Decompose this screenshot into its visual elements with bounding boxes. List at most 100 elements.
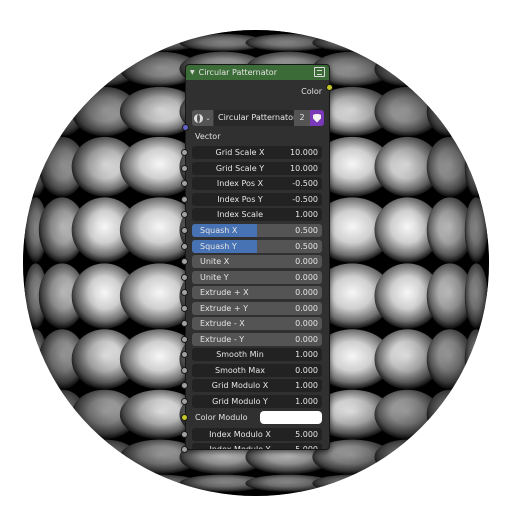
input-float-socket[interactable] (181, 366, 188, 374)
input-float-socket[interactable] (181, 273, 188, 281)
circular-patternator-node[interactable]: ▼ Circular Patternator Color ⌄ Circular … (185, 64, 330, 450)
node-group-browse-button[interactable]: ⌄ (192, 110, 214, 126)
node-group-selector[interactable]: ⌄ Circular Patternator 2 (192, 110, 324, 126)
pattern-blob (426, 439, 474, 475)
input-field[interactable]: Index Modulo Y 5.000 (192, 443, 322, 449)
pattern-blob (426, 34, 474, 52)
color-modulo-swatch[interactable] (260, 410, 322, 424)
input-label: Extrude + Y (200, 303, 248, 313)
input-label: Smooth Min (216, 350, 264, 360)
input-field[interactable]: Extrude - Y 0.000 (192, 332, 322, 346)
input-field[interactable]: Grid Modulo X 1.000 (192, 379, 322, 393)
input-row[interactable]: Index Scale 1.000 (186, 207, 329, 223)
pattern-blob (464, 51, 488, 87)
input-row[interactable]: Index Modulo Y 5.000 (186, 442, 329, 449)
pattern-blob (71, 474, 138, 492)
pattern-blob (426, 51, 474, 87)
input-value: -0.500 (292, 179, 318, 189)
input-row[interactable]: Extrude + Y 0.000 (186, 300, 329, 316)
input-field[interactable]: Index Scale 1.000 (192, 208, 322, 222)
pattern-blob (38, 439, 86, 475)
input-value: -0.500 (292, 194, 318, 204)
input-field[interactable]: Extrude + X 0.000 (192, 286, 322, 300)
input-field[interactable]: Index Pos Y -0.500 (192, 192, 322, 206)
input-socket-list-modulo: Index Modulo X 5.000 Index Modulo Y 5.000 (186, 426, 329, 449)
node-header[interactable]: ▼ Circular Patternator (186, 65, 329, 80)
output-color-socket[interactable] (326, 84, 333, 91)
input-value: 0.000 (295, 257, 318, 267)
input-value: 1.000 (295, 397, 318, 407)
input-field[interactable]: Index Modulo X 5.000 (192, 427, 322, 441)
input-float-socket[interactable] (181, 304, 188, 312)
color-modulo-label: Color Modulo (195, 412, 248, 422)
input-float-socket[interactable] (181, 195, 188, 203)
input-field[interactable]: Unite X 0.000 (192, 255, 322, 269)
group-users-count[interactable]: 2 (294, 110, 310, 126)
input-row[interactable]: Smooth Max 0.000 (186, 363, 329, 379)
input-value: 0.000 (295, 288, 318, 298)
input-label: Index Modulo X (209, 429, 271, 439)
pattern-blob (38, 51, 86, 87)
input-field[interactable]: Grid Modulo Y 1.000 (192, 395, 322, 409)
input-row[interactable]: Index Modulo X 5.000 (186, 426, 329, 442)
input-label: Index Scale (216, 210, 264, 220)
input-row[interactable]: Extrude + X 0.000 (186, 285, 329, 301)
input-float-socket[interactable] (181, 398, 188, 406)
input-field[interactable]: Squash X 0.500 (192, 224, 322, 237)
input-field[interactable]: Squash Y 0.500 (192, 239, 322, 253)
input-label: Unite Y (200, 272, 229, 282)
pattern-blob (38, 34, 86, 52)
fake-user-shield-icon (313, 113, 321, 123)
input-vector-socket[interactable] (182, 124, 189, 131)
chevron-down-icon: ⌄ (205, 114, 211, 122)
node-group-name-field[interactable]: Circular Patternator (214, 110, 294, 126)
input-row[interactable]: Grid Scale Y 10.000 (186, 161, 329, 177)
input-float-socket[interactable] (181, 335, 188, 343)
node-tree-icon[interactable] (314, 67, 325, 77)
pattern-blob (38, 474, 86, 492)
input-value: 5.000 (295, 429, 318, 439)
input-value: 0.000 (295, 365, 318, 375)
input-field[interactable]: Index Pos X -0.500 (192, 177, 322, 191)
input-value: 0.500 (295, 226, 318, 235)
input-row[interactable]: Squash Y 0.500 (186, 238, 329, 254)
input-row[interactable]: Unite Y 0.000 (186, 269, 329, 285)
input-label: Extrude - Y (200, 334, 245, 344)
input-float-socket[interactable] (181, 164, 188, 172)
input-row[interactable]: Grid Modulo Y 1.000 (186, 394, 329, 410)
input-row[interactable]: Squash X 0.500 (186, 223, 329, 239)
pattern-blob (71, 34, 138, 52)
input-label: Index Pos Y (217, 194, 263, 204)
fake-user-button[interactable] (310, 110, 324, 126)
input-field[interactable]: Unite Y 0.000 (192, 270, 322, 284)
input-value: 1.000 (295, 210, 318, 220)
input-row[interactable]: Smooth Min 1.000 (186, 347, 329, 363)
input-row[interactable]: Grid Scale X 10.000 (186, 145, 329, 161)
input-label: Grid Modulo X (211, 381, 269, 391)
input-label: Index Pos X (216, 179, 264, 189)
input-color-socket[interactable] (181, 413, 188, 421)
input-row[interactable]: Extrude - X 0.000 (186, 316, 329, 332)
input-field[interactable]: Extrude + Y 0.000 (192, 301, 322, 315)
input-value: 10.000 (290, 148, 318, 158)
input-label: Squash Y (200, 241, 237, 251)
collapse-icon[interactable]: ▼ (190, 69, 195, 76)
input-float-socket[interactable] (181, 242, 188, 250)
input-field[interactable]: Grid Scale X 10.000 (192, 146, 322, 160)
input-field[interactable]: Smooth Min 1.000 (192, 348, 322, 362)
pattern-blob (24, 51, 48, 87)
input-float-socket[interactable] (181, 430, 188, 438)
input-row[interactable]: Grid Modulo X 1.000 (186, 378, 329, 394)
pattern-blob (464, 474, 488, 492)
input-row[interactable]: Extrude - Y 0.000 (186, 332, 329, 348)
color-modulo-row[interactable]: Color Modulo (186, 409, 329, 425)
input-label: Grid Scale X (215, 148, 265, 158)
input-row[interactable]: Unite X 0.000 (186, 254, 329, 270)
input-field[interactable]: Grid Scale Y 10.000 (192, 161, 322, 175)
input-field[interactable]: Extrude - X 0.000 (192, 317, 322, 331)
pattern-blob (464, 389, 488, 440)
input-row[interactable]: Index Pos Y -0.500 (186, 192, 329, 208)
input-field[interactable]: Smooth Max 0.000 (192, 363, 322, 377)
input-row[interactable]: Index Pos X -0.500 (186, 176, 329, 192)
input-float-socket[interactable] (181, 227, 188, 234)
